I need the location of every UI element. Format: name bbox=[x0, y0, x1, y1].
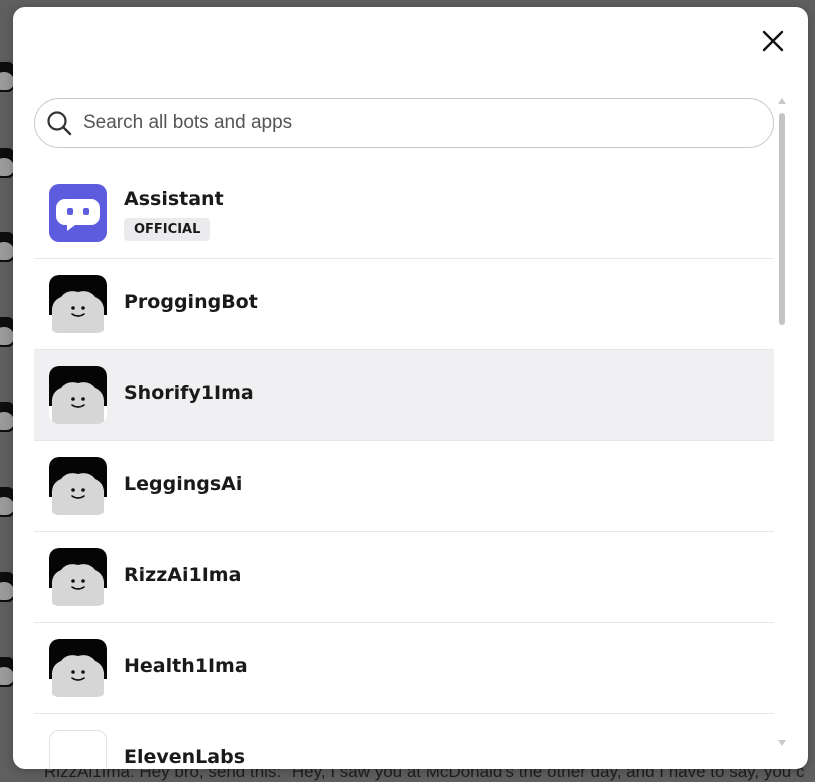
bot-row-proggingbot[interactable]: ProggingBot bbox=[34, 259, 774, 350]
close-button[interactable] bbox=[759, 27, 787, 55]
default-avatar-icon bbox=[49, 275, 107, 333]
scroll-down-arrow-icon[interactable] bbox=[778, 740, 786, 746]
background-avatar bbox=[0, 402, 14, 432]
bot-row-shorify1ima[interactable]: Shorify1Ima bbox=[34, 350, 774, 441]
background-avatar bbox=[0, 62, 14, 92]
official-badge: OFFICIAL bbox=[124, 218, 211, 241]
background-avatar bbox=[0, 148, 14, 178]
elevenlabs-avatar-icon bbox=[49, 730, 107, 769]
search-icon bbox=[45, 109, 73, 137]
background-avatar bbox=[0, 232, 14, 262]
search-field[interactable] bbox=[34, 98, 774, 148]
background-avatar bbox=[0, 657, 14, 687]
scrollbar-thumb[interactable] bbox=[779, 113, 785, 325]
bot-name: Health1Ima bbox=[124, 655, 248, 677]
background-avatar bbox=[0, 317, 14, 347]
search-input[interactable] bbox=[83, 112, 773, 134]
bot-row-elevenlabs[interactable]: ElevenLabs bbox=[34, 714, 774, 769]
bot-name: RizzAi1Ima bbox=[124, 564, 242, 586]
bot-name: Shorify1Ima bbox=[124, 382, 254, 404]
bot-selector-modal: Assistant OFFICIAL ProggingBot bbox=[13, 7, 808, 769]
bot-row-health1ima[interactable]: Health1Ima bbox=[34, 623, 774, 714]
bot-row-assistant[interactable]: Assistant OFFICIAL bbox=[34, 168, 774, 259]
default-avatar-icon bbox=[49, 457, 107, 515]
scroll-up-arrow-icon[interactable] bbox=[778, 98, 786, 104]
close-icon bbox=[762, 30, 784, 52]
background-avatar bbox=[0, 572, 14, 602]
background-avatar bbox=[0, 487, 14, 517]
default-avatar-icon bbox=[49, 366, 107, 424]
bot-row-rizzai1ima[interactable]: RizzAi1Ima bbox=[34, 532, 774, 623]
default-avatar-icon bbox=[49, 639, 107, 697]
default-avatar-icon bbox=[49, 548, 107, 606]
assistant-chat-icon bbox=[49, 184, 107, 242]
bot-name: Assistant bbox=[124, 188, 224, 210]
bot-row-leggingsai[interactable]: LeggingsAi bbox=[34, 441, 774, 532]
scrollbar[interactable] bbox=[775, 95, 789, 755]
bot-name: ProggingBot bbox=[124, 291, 258, 313]
bot-list: Assistant OFFICIAL ProggingBot Shorify1I… bbox=[34, 168, 774, 769]
bot-name: ElevenLabs bbox=[124, 746, 246, 768]
bot-name: LeggingsAi bbox=[124, 473, 243, 495]
